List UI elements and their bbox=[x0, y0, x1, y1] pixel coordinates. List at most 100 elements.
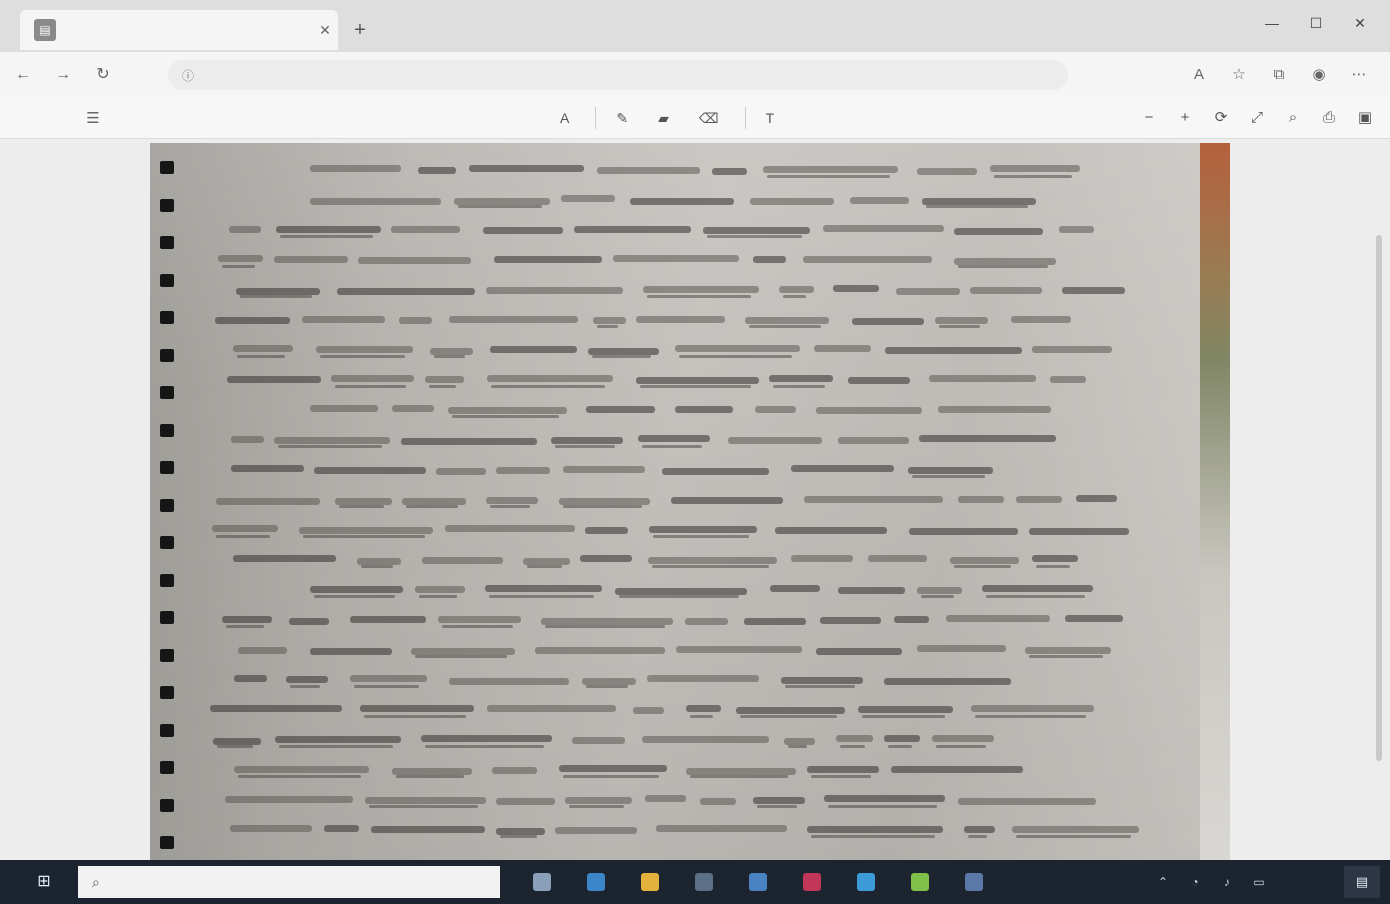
maximize-button[interactable]: ☐ bbox=[1294, 8, 1338, 38]
highlight-button[interactable]: ▰ bbox=[648, 103, 685, 133]
handwriting-stroke bbox=[585, 527, 628, 534]
pdf-document-icon: ▤ bbox=[34, 19, 56, 41]
handwriting-stroke bbox=[954, 228, 1043, 235]
document-viewport[interactable] bbox=[0, 139, 1390, 860]
handwriting-stroke bbox=[555, 827, 637, 834]
taskbar-app-button[interactable] bbox=[628, 866, 672, 898]
handwriting-stroke bbox=[728, 437, 822, 444]
add-text-button[interactable]: T bbox=[756, 103, 791, 133]
handwriting-stroke bbox=[527, 565, 562, 568]
handwriting-stroke bbox=[749, 325, 821, 328]
handwriting-stroke bbox=[399, 317, 432, 324]
taskbar-app-button[interactable] bbox=[682, 866, 726, 898]
draw-button[interactable]: ✎ bbox=[606, 103, 644, 133]
handwriting-stroke bbox=[569, 805, 624, 808]
search-icon[interactable]: ⌕ bbox=[1278, 103, 1308, 133]
handwriting-stroke bbox=[310, 198, 441, 205]
close-window-button[interactable]: ✕ bbox=[1338, 8, 1382, 38]
taskbar-app-button[interactable] bbox=[844, 866, 888, 898]
address-bar[interactable]: ⓘ bbox=[168, 60, 1068, 90]
handwriting-stroke bbox=[458, 205, 542, 208]
taskbar-app-button[interactable] bbox=[898, 866, 942, 898]
handwriting-stroke bbox=[647, 675, 759, 682]
handwriting-stroke bbox=[823, 225, 944, 232]
vertical-scrollbar[interactable] bbox=[1376, 235, 1382, 761]
handwriting-stroke bbox=[275, 736, 401, 743]
handwriting-stroke bbox=[840, 745, 865, 748]
zoom-out-icon[interactable]: − bbox=[1134, 103, 1164, 133]
collections-icon[interactable]: ⧉ bbox=[1262, 60, 1296, 90]
store-icon bbox=[695, 873, 713, 891]
favorite-star-icon[interactable]: ☆ bbox=[1222, 60, 1256, 90]
more-menu-icon[interactable]: ⋯ bbox=[1342, 60, 1376, 90]
handwriting-stroke bbox=[500, 835, 537, 838]
refresh-button[interactable]: ↻ bbox=[86, 60, 120, 90]
contents-menu-icon[interactable]: ☰ bbox=[78, 109, 108, 127]
notification-center-icon[interactable]: ▤ bbox=[1344, 866, 1380, 898]
handwriting-stroke bbox=[415, 655, 507, 658]
taskbar-app-button[interactable] bbox=[790, 866, 834, 898]
print-icon[interactable]: ⎙ bbox=[1314, 103, 1344, 133]
edge-browser-icon bbox=[587, 873, 605, 891]
handwriting-stroke bbox=[314, 467, 426, 474]
fit-page-icon[interactable]: ⤢ bbox=[1242, 103, 1272, 133]
handwriting-stroke bbox=[803, 256, 932, 263]
taskbar-search-input[interactable] bbox=[111, 873, 476, 891]
erase-button[interactable]: ⌫ bbox=[689, 103, 735, 133]
handwriting-stroke bbox=[968, 835, 987, 838]
zoom-in-icon[interactable]: + bbox=[1170, 103, 1200, 133]
new-tab-button[interactable]: + bbox=[346, 16, 374, 44]
handwriting-stroke bbox=[671, 497, 783, 504]
binding-ring bbox=[160, 498, 174, 512]
handwriting-stroke bbox=[233, 345, 293, 352]
handwriting-stroke bbox=[559, 765, 667, 772]
handwriting-stroke bbox=[233, 555, 336, 562]
back-button[interactable]: ← bbox=[6, 60, 40, 90]
taskbar-clock[interactable] bbox=[1280, 866, 1334, 898]
network-icon[interactable]: ◔ bbox=[1184, 866, 1206, 898]
file-explorer-icon bbox=[641, 873, 659, 891]
handwriting-stroke bbox=[429, 385, 456, 388]
handwriting-stroke bbox=[365, 797, 486, 804]
read-aloud-icon[interactable]: A bbox=[1182, 60, 1216, 90]
handwriting-stroke bbox=[572, 737, 625, 744]
minimize-button[interactable]: — bbox=[1250, 8, 1294, 38]
handwriting-stroke bbox=[302, 316, 385, 323]
handwriting-stroke bbox=[964, 826, 995, 833]
taskbar-app-button[interactable] bbox=[520, 866, 564, 898]
taskbar-app-button[interactable] bbox=[574, 866, 618, 898]
profile-icon[interactable]: ◉ bbox=[1302, 60, 1336, 90]
save-icon[interactable]: ▣ bbox=[1350, 103, 1380, 133]
start-button[interactable]: ⊞ bbox=[22, 868, 66, 896]
battery-icon[interactable]: ▭ bbox=[1248, 866, 1270, 898]
handwriting-stroke bbox=[648, 557, 777, 564]
handwriting-stroke bbox=[320, 355, 405, 358]
binding-ring bbox=[160, 386, 174, 399]
binding-ring bbox=[160, 198, 174, 212]
handwriting-stroke bbox=[917, 168, 977, 175]
handwriting-stroke bbox=[638, 435, 710, 442]
forward-arrow-icon: → bbox=[55, 66, 71, 83]
handwriting-stroke bbox=[642, 445, 702, 448]
read-aloud-button[interactable]: A bbox=[550, 103, 585, 133]
handwriting-stroke bbox=[415, 586, 465, 593]
handwriting-stroke bbox=[339, 505, 384, 508]
handwriting-stroke bbox=[936, 745, 986, 748]
taskbar-search[interactable]: ⌕ bbox=[78, 866, 500, 898]
handwriting-stroke bbox=[633, 707, 664, 714]
handwriting-stroke bbox=[912, 475, 985, 478]
handwriting-stroke bbox=[652, 565, 769, 568]
volume-icon[interactable]: ♪ bbox=[1216, 866, 1238, 898]
rotate-icon[interactable]: ⟳ bbox=[1206, 103, 1236, 133]
taskbar-app-button[interactable] bbox=[952, 866, 996, 898]
forward-button[interactable]: → bbox=[46, 60, 80, 90]
tray-chevron-icon[interactable]: ⌃ bbox=[1152, 866, 1174, 898]
handwriting-stroke bbox=[419, 595, 457, 598]
handwriting-stroke bbox=[884, 735, 920, 742]
handwriting-stroke bbox=[234, 766, 369, 773]
taskbar-app-button[interactable] bbox=[736, 866, 780, 898]
handwriting-stroke bbox=[360, 705, 474, 712]
tab-close-icon[interactable]: ✕ bbox=[312, 22, 338, 39]
browser-tab-active[interactable]: ▤ ✕ bbox=[20, 10, 338, 50]
handwriting-stroke bbox=[449, 316, 578, 323]
